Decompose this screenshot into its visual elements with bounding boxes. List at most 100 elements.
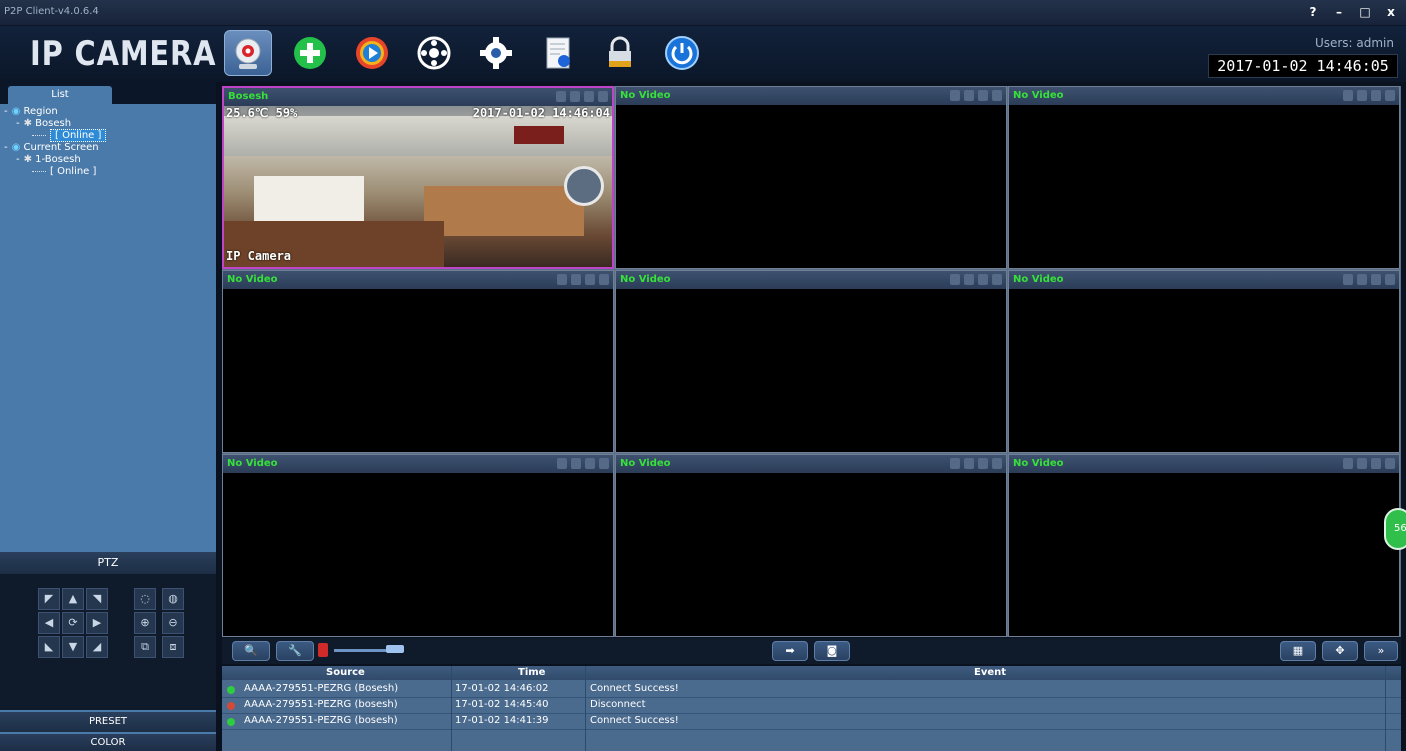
ptz-center-button[interactable]: ⟳ [62,612,84,634]
tab-list[interactable]: List [8,86,112,104]
tree-node[interactable]: - ✱ 1-Bosesh [0,154,216,166]
focus-far-icon[interactable]: ◍ [162,588,184,610]
tree-node[interactable]: [ Online ] [0,129,216,142]
ptz-right-button[interactable]: ▶ [86,612,108,634]
video-cell[interactable]: No Video [222,454,614,637]
document-icon[interactable] [534,30,582,76]
close-icon[interactable] [992,458,1002,469]
iris-close-icon[interactable]: ⧈ [162,636,184,658]
volume-icon[interactable] [318,643,328,657]
mic-icon[interactable] [950,90,960,101]
log-row[interactable]: AAAA-279551-PEZRG (bosesh) 17-01-02 14:45… [222,698,1401,714]
record-icon[interactable] [1371,90,1381,101]
log-row[interactable]: AAAA-279551-PEZRG (bosesh) 17-01-02 14:41… [222,714,1401,730]
video-cell[interactable]: No Video [1008,454,1400,637]
source-header[interactable]: Source [326,666,365,680]
record-icon[interactable] [1371,458,1381,469]
speaker-icon[interactable] [1357,458,1367,469]
tree-node[interactable]: - ◉ Region [0,106,216,118]
video-cell[interactable]: No Video [1008,270,1400,453]
record-icon[interactable] [585,274,595,285]
mic-icon[interactable] [1343,90,1353,101]
fullscreen-icon[interactable]: ✥ [1322,641,1358,661]
volume-handle[interactable] [386,645,404,653]
tree-node[interactable]: - ◉ Current Screen [0,142,216,154]
grid-layout-icon[interactable]: ▦ [1280,641,1316,661]
close-icon[interactable] [599,458,609,469]
ptz-up-left-button[interactable]: ◤ [38,588,60,610]
tree-node[interactable]: [ Online ] [0,166,216,178]
mic-icon[interactable] [556,91,566,102]
mic-icon[interactable] [557,458,567,469]
video-cell[interactable]: No Video [222,270,614,453]
zoom-out-icon[interactable]: ⊖ [162,612,184,634]
ptz-header[interactable]: PTZ [0,552,216,574]
close-icon[interactable] [598,91,608,102]
speaker-icon[interactable] [964,274,974,285]
close-icon[interactable] [1385,274,1395,285]
snapshot-icon[interactable]: ◙ [814,641,850,661]
focus-near-icon[interactable]: ◌ [134,588,156,610]
ptz-up-button[interactable]: ▲ [62,588,84,610]
tree-expander[interactable]: - [4,142,8,153]
lock-icon[interactable] [596,30,644,76]
speaker-icon[interactable] [964,90,974,101]
close-icon[interactable] [992,274,1002,285]
close-icon[interactable] [1385,90,1395,101]
record-icon[interactable] [978,90,988,101]
ptz-left-button[interactable]: ◀ [38,612,60,634]
record-icon[interactable] [584,91,594,102]
event-header[interactable]: Event [974,666,1006,680]
tree-expander[interactable]: - [16,154,20,165]
power-icon[interactable] [658,30,706,76]
video-cell[interactable]: No Video [1008,86,1400,269]
preset-header[interactable]: PRESET [0,712,216,732]
mic-icon[interactable] [1343,458,1353,469]
speaker-icon[interactable] [571,274,581,285]
video-cell[interactable]: No Video [615,270,1007,453]
log-row[interactable]: AAAA-279551-PEZRG (Bosesh) 17-01-02 14:46… [222,682,1401,698]
webcam-icon[interactable] [224,30,272,76]
plus-icon[interactable] [286,30,334,76]
speaker-icon[interactable] [571,458,581,469]
close-icon[interactable] [1385,458,1395,469]
wheel-icon[interactable] [410,30,458,76]
mic-icon[interactable] [557,274,567,285]
speaker-icon[interactable] [1357,90,1367,101]
mic-icon[interactable] [950,458,960,469]
record-icon[interactable] [1371,274,1381,285]
minimize-button[interactable]: – [1328,3,1350,21]
mic-icon[interactable] [1343,274,1353,285]
wrench-icon[interactable]: 🔧 [276,641,314,661]
zoom-in-icon[interactable]: ⊕ [134,612,156,634]
close-button[interactable]: x [1380,3,1402,21]
record-icon[interactable] [978,458,988,469]
record-icon[interactable] [978,274,988,285]
speaker-icon[interactable] [1357,274,1367,285]
ptz-down-button[interactable]: ▼ [62,636,84,658]
maximize-button[interactable]: □ [1354,3,1376,21]
video-cell[interactable]: Bosesh 25.6℃ 59% 2017-01-02 14:46:04 IP Cam… [222,86,614,269]
iris-open-icon[interactable]: ⧉ [134,636,156,658]
close-icon[interactable] [599,274,609,285]
play-icon[interactable] [348,30,396,76]
help-button[interactable]: ? [1302,3,1324,21]
search-icon[interactable]: 🔍 [232,641,270,661]
gear-icon[interactable] [472,30,520,76]
mic-icon[interactable] [950,274,960,285]
badge[interactable]: 56 [1384,508,1406,550]
speaker-icon[interactable] [570,91,580,102]
tree-expander[interactable]: - [4,106,8,117]
ptz-up-right-button[interactable]: ◥ [86,588,108,610]
speaker-icon[interactable] [964,458,974,469]
time-header[interactable]: Time [518,666,545,680]
ptz-down-left-button[interactable]: ◣ [38,636,60,658]
video-cell[interactable]: No Video [615,454,1007,637]
tree-node[interactable]: - ✱ Bosesh [0,118,216,130]
collapse-icon[interactable]: » [1364,641,1398,661]
tree-expander[interactable]: - [16,118,20,129]
close-icon[interactable] [992,90,1002,101]
record-icon[interactable] [585,458,595,469]
color-header[interactable]: COLOR [0,734,216,751]
record-icon[interactable]: ➡ [772,641,808,661]
